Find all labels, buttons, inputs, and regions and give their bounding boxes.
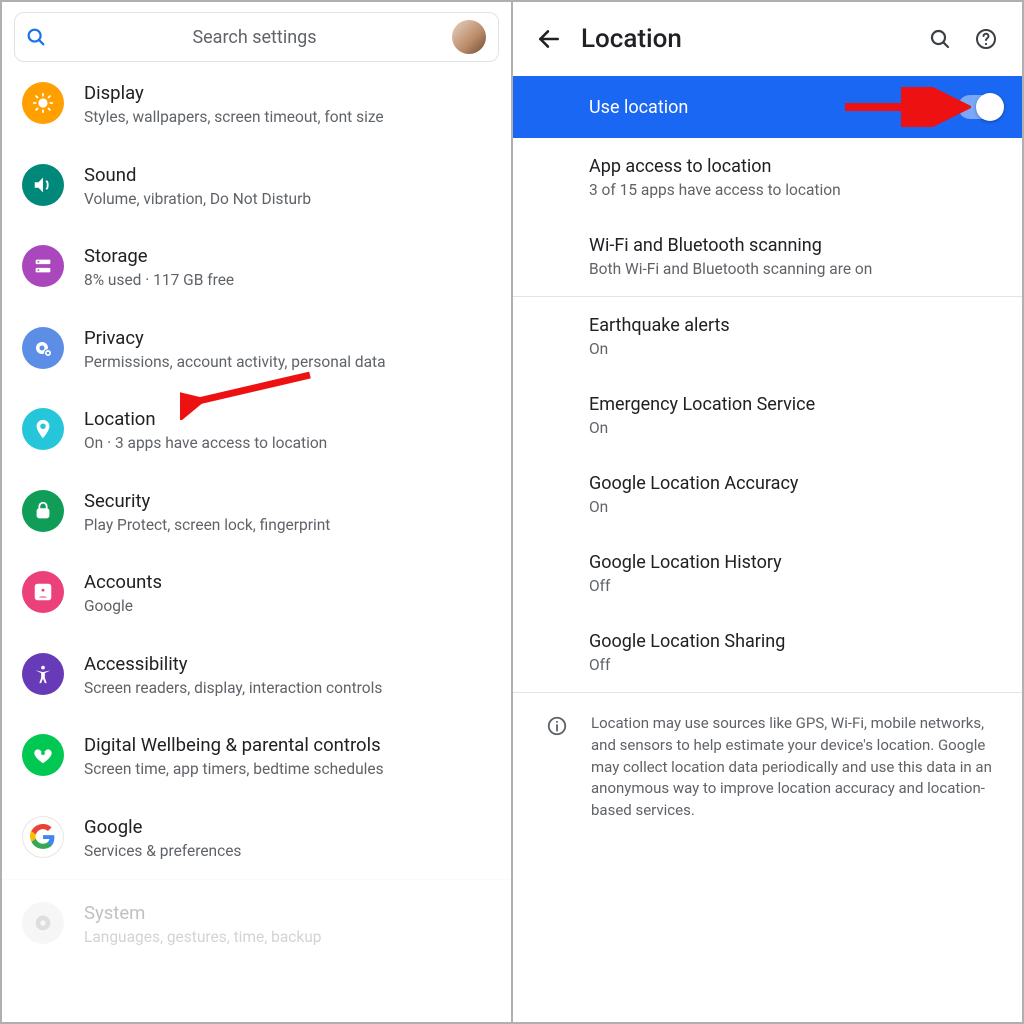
item-location-accuracy[interactable]: Google Location Accuracy On <box>589 455 1022 534</box>
location-info-footer: Location may use sources like GPS, Wi-Fi… <box>513 693 1022 846</box>
privacy-icon <box>22 327 64 369</box>
accessibility-icon <box>22 653 64 695</box>
item-app-access[interactable]: App access to location 3 of 15 apps have… <box>589 138 1022 217</box>
settings-item-system[interactable]: SystemLanguages, gestures, time, backup <box>2 879 511 966</box>
use-location-toggle[interactable] <box>958 95 1002 119</box>
storage-icon <box>22 245 64 287</box>
use-location-row[interactable]: Use location <box>513 76 1022 138</box>
settings-pane: Search settings DisplayStyles, wallpaper… <box>2 2 513 1022</box>
location-info-text: Location may use sources like GPS, Wi-Fi… <box>577 713 998 822</box>
search-settings-field[interactable]: Search settings <box>14 12 499 62</box>
settings-item-accessibility[interactable]: AccessibilityScreen readers, display, in… <box>2 635 511 717</box>
back-button[interactable] <box>527 17 571 61</box>
location-header: Location <box>513 2 1022 76</box>
settings-item-wellbeing[interactable]: Digital Wellbeing & parental controlsScr… <box>2 716 511 798</box>
profile-avatar[interactable] <box>452 20 486 54</box>
display-icon <box>22 82 64 124</box>
location-group-services: Earthquake alerts On Emergency Location … <box>513 297 1022 693</box>
annotation-arrow-icon <box>841 87 971 127</box>
item-wifi-bt-scanning[interactable]: Wi-Fi and Bluetooth scanning Both Wi-Fi … <box>589 217 1022 296</box>
search-placeholder: Search settings <box>57 27 452 48</box>
settings-item-privacy[interactable]: PrivacyPermissions, account activity, pe… <box>2 309 511 391</box>
settings-item-google[interactable]: GoogleServices & preferences <box>2 798 511 880</box>
item-emergency-location[interactable]: Emergency Location Service On <box>589 376 1022 455</box>
item-location-history[interactable]: Google Location History Off <box>589 534 1022 613</box>
item-earthquake-alerts[interactable]: Earthquake alerts On <box>589 297 1022 376</box>
settings-item-display[interactable]: DisplayStyles, wallpapers, screen timeou… <box>2 74 511 146</box>
sound-icon <box>22 164 64 206</box>
search-row: Search settings <box>2 2 511 74</box>
settings-item-location[interactable]: LocationOn · 3 apps have access to locat… <box>2 390 511 472</box>
search-button[interactable] <box>920 19 960 59</box>
page-title: Location <box>581 24 914 54</box>
system-icon <box>22 902 64 944</box>
location-icon <box>22 408 64 450</box>
item-location-sharing[interactable]: Google Location Sharing Off <box>589 613 1022 692</box>
info-icon <box>537 713 577 822</box>
settings-item-accounts[interactable]: AccountsGoogle <box>2 553 511 635</box>
search-icon <box>25 26 47 48</box>
help-button[interactable] <box>966 19 1006 59</box>
security-icon <box>22 490 64 532</box>
accounts-icon <box>22 571 64 613</box>
settings-list: DisplayStyles, wallpapers, screen timeou… <box>2 74 511 1022</box>
dual-screenshot: Search settings DisplayStyles, wallpaper… <box>0 0 1024 1024</box>
wellbeing-icon <box>22 734 64 776</box>
settings-item-security[interactable]: SecurityPlay Protect, screen lock, finge… <box>2 472 511 554</box>
settings-item-sound[interactable]: SoundVolume, vibration, Do Not Disturb <box>2 146 511 228</box>
settings-item-storage[interactable]: Storage8% used · 117 GB free <box>2 227 511 309</box>
use-location-label: Use location <box>589 97 688 118</box>
google-logo-icon <box>22 816 64 858</box>
location-pane: Location Use location App access to loca… <box>513 2 1022 1022</box>
location-group-access: App access to location 3 of 15 apps have… <box>513 138 1022 297</box>
